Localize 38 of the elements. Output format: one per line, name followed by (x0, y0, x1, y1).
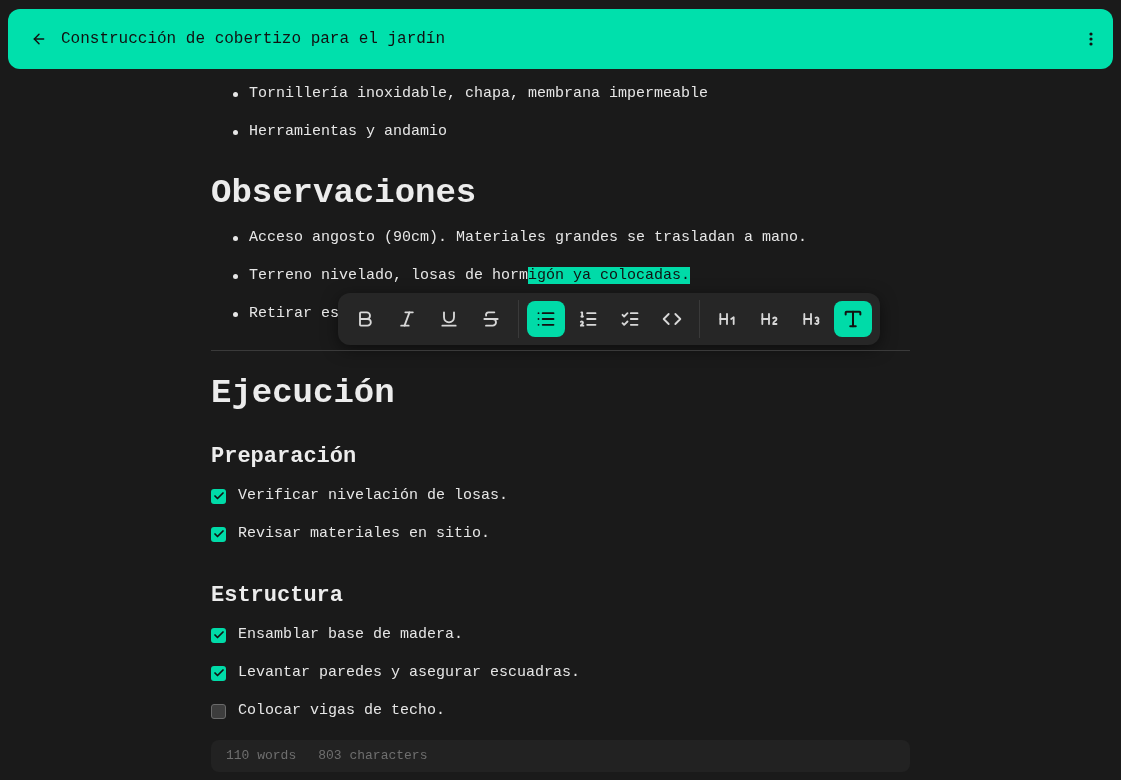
list-item-text: Tornillería inoxidable, chapa, membrana impermeable (249, 84, 709, 104)
underline-icon (439, 309, 459, 329)
numbered-list-icon (578, 309, 598, 329)
checkbox[interactable] (211, 703, 226, 719)
task-text: Revisar materiales en sitio. (238, 524, 491, 544)
bullet-icon (233, 311, 238, 317)
checkbox[interactable] (211, 665, 226, 681)
strikethrough-icon (481, 309, 501, 329)
checkbox[interactable] (211, 488, 226, 504)
character-count: 803 characters (318, 747, 428, 766)
subsection-heading: Preparación (211, 443, 358, 471)
task-list-icon (620, 309, 640, 329)
checkbox[interactable] (211, 627, 226, 643)
paragraph-button[interactable] (834, 301, 872, 337)
checkbox[interactable] (211, 526, 226, 542)
subsection-heading: Estructura (211, 582, 345, 610)
word-count: 110 words (226, 747, 297, 766)
task-text: Levantar paredes y asegurar escuadras. (238, 663, 581, 683)
bullet-icon (233, 273, 238, 279)
task-text: Ensamblar base de madera. (238, 625, 464, 645)
bullet-icon (233, 91, 238, 97)
section-heading: Observaciones (211, 173, 478, 214)
section-heading: Ejecución (211, 373, 396, 414)
list-item-text: Terreno nivelado, losas de hormigón ya colocadas. (249, 266, 691, 286)
document-title: Construcción de cobertizo para el jardín (61, 29, 446, 50)
bullet-list-button[interactable] (527, 301, 565, 337)
list-item-text: Retirar es (249, 304, 339, 324)
task-text: Verificar nivelación de losas. (238, 486, 509, 506)
task-text: Colocar vigas de techo. (238, 701, 446, 721)
menu-icon (1089, 32, 1093, 46)
bullet-icon (233, 235, 238, 241)
bullet-icon (233, 129, 238, 135)
italic-icon (397, 309, 417, 329)
list-item-text: Acceso angosto (90cm). Materiales grandes se trasladan a mano. (249, 228, 808, 248)
text-icon (842, 308, 864, 330)
bullet-list-icon (536, 309, 556, 329)
list-item-text: Herramientas y andamio (249, 122, 448, 142)
back-icon (31, 31, 47, 47)
